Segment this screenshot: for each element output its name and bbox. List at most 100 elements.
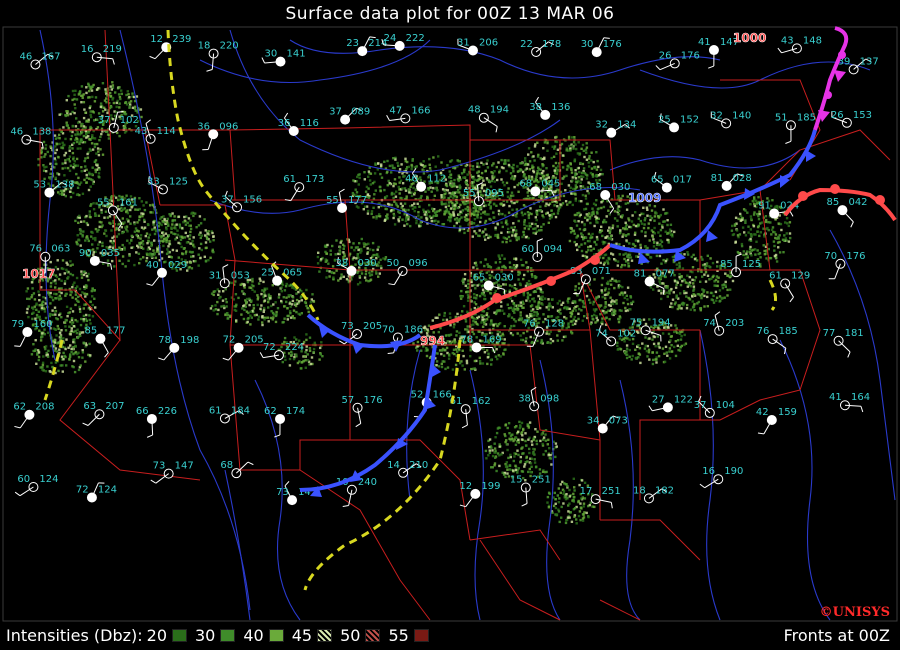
- station-temperature: 22: [520, 39, 533, 50]
- station-temperature: 90: [79, 248, 92, 259]
- station-temperature: 91: [758, 201, 771, 212]
- station-temperature: 43: [135, 126, 148, 137]
- station-pressure: 185: [779, 326, 798, 337]
- station-pressure: 124: [39, 474, 58, 485]
- station-pressure: 122: [674, 394, 693, 405]
- station-temperature: 70: [824, 251, 837, 262]
- station-pressure: 028: [733, 173, 752, 184]
- station-pressure: 251: [532, 475, 551, 486]
- station-pressure: 160: [33, 319, 52, 330]
- station-temperature: 55: [326, 195, 339, 206]
- station-temperature: 85: [84, 326, 97, 337]
- station-temperature: 38: [518, 393, 531, 404]
- high-pressure-label: 1009: [628, 191, 661, 205]
- station-pressure: 222: [406, 33, 425, 44]
- station-temperature: 74: [703, 318, 716, 329]
- station-temperature: 46: [405, 174, 418, 185]
- station-pressure: 063: [51, 244, 70, 255]
- legend-value: 45: [291, 626, 313, 645]
- station-temperature: 37: [694, 400, 707, 411]
- station-temperature: 32: [710, 110, 723, 121]
- station-pressure: 096: [219, 121, 238, 132]
- station-temperature: 62: [264, 406, 277, 417]
- station-pressure: 169: [482, 334, 501, 345]
- station-temperature: 76: [29, 244, 42, 255]
- station-temperature: 12: [150, 34, 163, 45]
- legend-value: 50: [340, 626, 361, 645]
- station-pressure: 185: [797, 112, 816, 123]
- station-temperature: 30: [581, 39, 594, 50]
- station-pressure: 182: [655, 485, 674, 496]
- station-pressure: 176: [681, 50, 700, 61]
- station-temperature: 66: [136, 406, 149, 417]
- station-temperature: 36: [278, 118, 291, 129]
- station-pressure: 203: [725, 318, 744, 329]
- station-temperature: 27: [652, 394, 665, 405]
- station-pressure: 153: [853, 110, 872, 121]
- station-temperature: 48: [468, 105, 481, 116]
- station-pressure: 159: [778, 407, 797, 418]
- station-temperature: 77: [823, 328, 836, 339]
- station-pressure: 096: [409, 258, 428, 269]
- station-temperature: 46: [10, 127, 23, 138]
- station-pressure: 184: [231, 405, 250, 416]
- station-pressure: 206: [479, 37, 498, 48]
- station-temperature: 52: [411, 389, 424, 400]
- station-pressure: 137: [860, 56, 879, 67]
- station-pressure: 030: [358, 258, 377, 269]
- station-temperature: 61: [283, 174, 296, 185]
- station-pressure: 148: [803, 35, 822, 46]
- station-temperature: 33: [147, 176, 160, 187]
- station-temperature: 47: [389, 105, 402, 116]
- station-temperature: 46: [19, 51, 32, 62]
- station-pressure: 190: [724, 466, 743, 477]
- station-pressure: 140: [732, 110, 751, 121]
- station-pressure: 176: [846, 251, 865, 262]
- station-pressure: 208: [35, 402, 54, 413]
- legend-value: 30: [195, 626, 216, 645]
- station-temperature: 50: [387, 258, 400, 269]
- station-temperature: 63: [83, 401, 96, 412]
- station-temperature: 16: [702, 466, 715, 477]
- legend-value: 55: [388, 626, 409, 645]
- station-pressure: 220: [220, 41, 239, 52]
- station-pressure: 147: [175, 461, 194, 472]
- station-temperature: 55: [463, 188, 476, 199]
- station-pressure: 136: [551, 102, 570, 113]
- legend-value: 40: [243, 626, 264, 645]
- station-pressure: 177: [348, 195, 367, 206]
- station-temperature: 73: [276, 487, 289, 498]
- legend-swatch: [317, 629, 333, 642]
- station-temperature: 23: [346, 38, 359, 49]
- station-temperature: 73: [153, 461, 166, 472]
- station-pressure: 177: [106, 326, 125, 337]
- station-temperature: 61: [209, 405, 222, 416]
- station-temperature: 25: [261, 268, 274, 279]
- map-title: Surface data plot for 00Z 13 MAR 06: [285, 4, 615, 24]
- station-pressure: 112: [427, 174, 446, 185]
- station-temperature: 60: [17, 474, 30, 485]
- station-temperature: 14: [387, 460, 400, 471]
- station-pressure: 210: [409, 460, 428, 471]
- station-temperature: 24: [384, 33, 397, 44]
- station-temperature: 85: [720, 259, 733, 270]
- station-temperature: 51: [775, 112, 788, 123]
- station-pressure: 128: [545, 319, 564, 330]
- station-pressure: 124: [98, 485, 117, 496]
- station-temperature: 25: [658, 114, 671, 125]
- station-pressure: 098: [540, 393, 559, 404]
- station-temperature: 31: [209, 270, 222, 281]
- station-pressure: 077: [656, 269, 675, 280]
- station-temperature: 36: [197, 121, 210, 132]
- station-temperature: 15: [510, 475, 523, 486]
- legend-swatch: [220, 629, 236, 642]
- station-temperature: 37: [329, 107, 342, 118]
- station-pressure: 102: [120, 115, 139, 126]
- station-pressure: 017: [673, 175, 692, 186]
- station-pressure: 226: [158, 406, 177, 417]
- station-pressure: 161: [119, 197, 138, 208]
- station-temperature: 68: [519, 178, 532, 189]
- station-pressure: 125: [169, 176, 188, 187]
- station-pressure: 029: [168, 260, 187, 271]
- station-temperature: 65: [473, 273, 486, 284]
